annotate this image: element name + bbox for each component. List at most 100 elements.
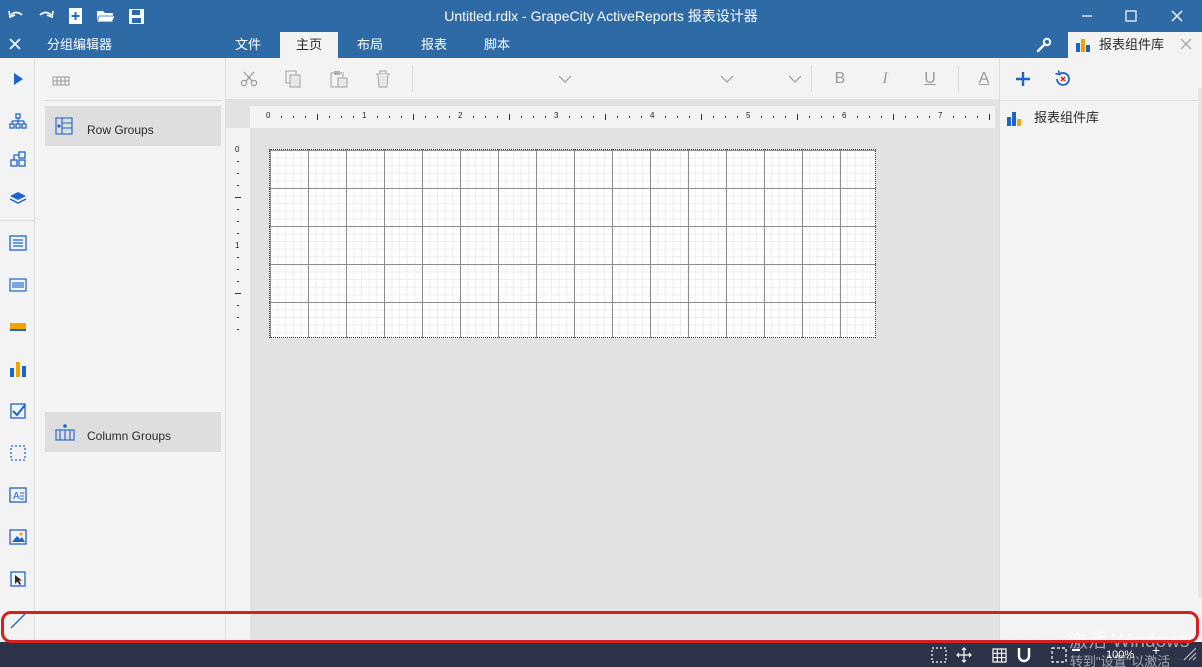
font-color-button[interactable]: A [973, 68, 995, 90]
status-bar: 100% + 激活 Windows 转到"设置"以激活 [0, 631, 1202, 667]
ruler-tick [437, 116, 438, 118]
container-tool-icon[interactable] [7, 442, 29, 464]
row-groups-section[interactable]: Row Groups [45, 106, 221, 146]
report-library-tab-label: 报表组件库 [1099, 37, 1165, 52]
undo-icon[interactable] [6, 6, 26, 26]
window-title: Untitled.rdlx - GrapeCity ActiveReports … [444, 8, 758, 24]
delete-icon[interactable] [372, 68, 394, 90]
chart-tool-icon[interactable] [7, 358, 29, 380]
copy-icon[interactable] [282, 68, 304, 90]
toolbox-strip: A [0, 58, 35, 642]
close-panel-icon[interactable] [8, 37, 24, 53]
ruler-tick [413, 114, 414, 120]
play-icon[interactable] [7, 68, 29, 90]
redo-icon[interactable] [36, 6, 56, 26]
panel-scrollbar[interactable] [1198, 88, 1202, 598]
selection-mode-icon[interactable] [930, 646, 948, 664]
close-tab-icon[interactable] [1180, 38, 1194, 52]
ruler-tick [881, 116, 882, 118]
ruler-tick [617, 116, 618, 118]
ruler-label: 1 [235, 241, 240, 250]
bold-button[interactable]: B [829, 68, 851, 90]
ruler-tick [237, 161, 239, 162]
minimize-button[interactable] [1064, 0, 1110, 32]
ruler-tick [773, 116, 774, 118]
library-tree-item[interactable]: 报表组件库 [1006, 108, 1186, 128]
ruler-tick [965, 116, 966, 118]
tab-file[interactable]: 文件 [224, 32, 272, 58]
open-folder-icon[interactable] [96, 6, 116, 26]
ruler-tick [545, 116, 546, 118]
fit-page-icon[interactable] [1050, 646, 1068, 664]
input-field-tool-icon[interactable] [7, 568, 29, 590]
checkbox-tool-icon[interactable] [7, 400, 29, 422]
ruler-tick [737, 116, 738, 118]
toolbar-separator [412, 66, 413, 92]
font-style-dropdown[interactable] [784, 68, 806, 90]
ruler-tick [237, 317, 239, 318]
ruler-label: 2 [458, 111, 463, 120]
image-tool-icon[interactable] [7, 526, 29, 548]
tab-home[interactable]: 主页 [280, 32, 338, 58]
table-grid-icon[interactable] [52, 73, 70, 86]
ruler-tick [521, 116, 522, 118]
tab-report-library[interactable]: 报表组件库 [1068, 32, 1202, 58]
group-tree-icon[interactable] [7, 148, 29, 170]
annotation-highlight [1, 611, 1199, 643]
ruler-tick [581, 116, 582, 118]
ruler-tick [237, 305, 239, 306]
layers-icon[interactable] [7, 188, 29, 210]
ruler-tick [305, 116, 306, 118]
hierarchy-icon[interactable] [7, 110, 29, 132]
activation-watermark-subtitle: 转到"设置"以激活 [1070, 654, 1171, 667]
panel-divider [1000, 100, 1202, 101]
add-icon[interactable] [1014, 70, 1034, 90]
report-body-grid[interactable] [269, 149, 876, 338]
ruler-tick [473, 116, 474, 118]
ruler-tick [293, 116, 294, 118]
show-grid-icon[interactable] [990, 646, 1008, 664]
ruler-tick [425, 116, 426, 118]
ruler-tick [329, 116, 330, 118]
tab-script[interactable]: 脚本 [473, 32, 521, 58]
pan-icon[interactable] [955, 646, 973, 664]
wrench-icon[interactable] [1036, 37, 1054, 55]
ruler-tick [237, 329, 239, 330]
ruler-tick [833, 116, 834, 118]
save-icon[interactable] [126, 6, 146, 26]
report-library-panel: 报表组件库 [999, 58, 1202, 642]
resize-grip-icon[interactable] [1183, 647, 1199, 663]
snap-magnet-icon[interactable] [1015, 646, 1033, 664]
ruler-label: 6 [842, 111, 847, 120]
maximize-button[interactable] [1108, 0, 1154, 32]
textbox-tool-icon[interactable] [7, 232, 29, 254]
ruler-tick [401, 116, 402, 118]
ruler-tick [237, 281, 239, 282]
refresh-icon[interactable] [1054, 70, 1074, 90]
title-bar: Untitled.rdlx - GrapeCity ActiveReports … [0, 0, 1202, 32]
ruler-tick [725, 116, 726, 118]
font-size-dropdown[interactable] [716, 68, 738, 90]
tab-report[interactable]: 报表 [410, 32, 458, 58]
menu-bar: 分组编辑器 文件 主页 布局 报表 脚本 [0, 32, 1202, 58]
ruler-tick [605, 114, 606, 120]
paste-icon[interactable] [328, 68, 350, 90]
ruler-tick [689, 116, 690, 118]
cut-icon[interactable] [238, 68, 260, 90]
new-file-icon[interactable] [66, 6, 86, 26]
tab-layout[interactable]: 布局 [346, 32, 394, 58]
close-window-button[interactable] [1154, 0, 1200, 32]
ruler-tick [917, 116, 918, 118]
font-family-dropdown[interactable] [554, 68, 576, 90]
ruler-tick [353, 116, 354, 118]
column-groups-section[interactable]: Column Groups [45, 412, 221, 452]
barcode-tool-icon[interactable] [7, 274, 29, 296]
sparkline-tool-icon[interactable] [7, 316, 29, 338]
library-item-icon [1006, 109, 1024, 127]
formatted-text-tool-icon[interactable]: A [7, 484, 29, 506]
horizontal-ruler: 0 1 2 3 4 5 6 7 [250, 106, 995, 128]
home-toolbar: B I U A [226, 58, 999, 100]
underline-button[interactable]: U [919, 68, 941, 90]
ruler-tick [497, 116, 498, 118]
italic-button[interactable]: I [874, 68, 896, 90]
